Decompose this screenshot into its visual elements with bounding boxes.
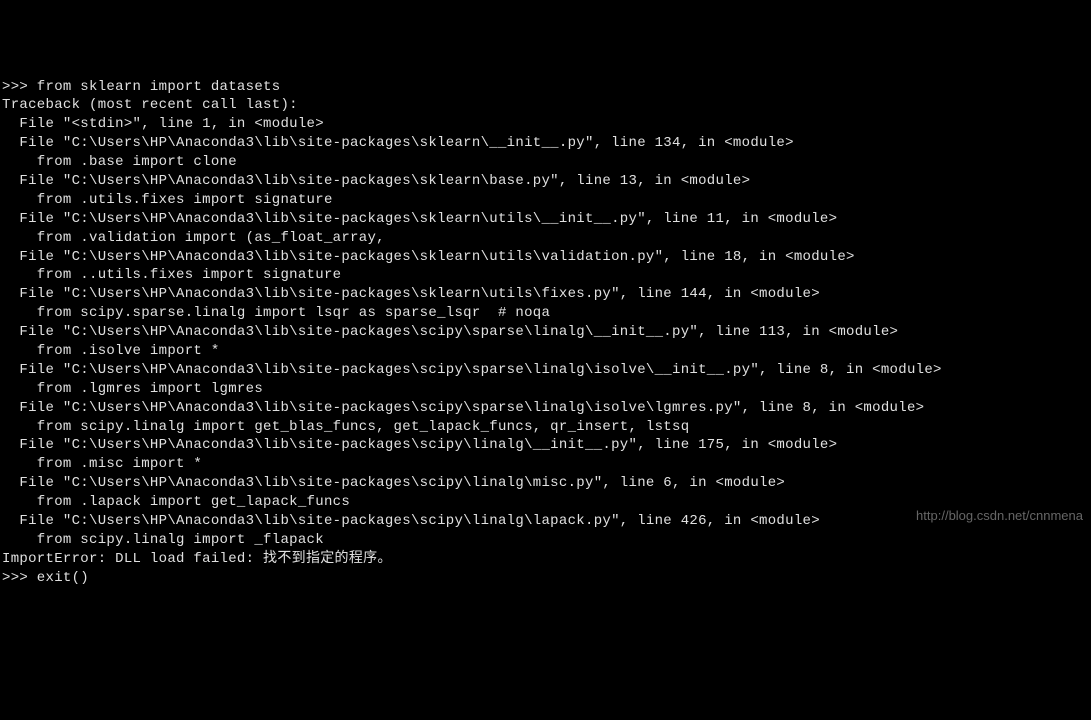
terminal-line: from scipy.linalg import _flapack: [2, 531, 1089, 550]
terminal-line: from scipy.sparse.linalg import lsqr as …: [2, 304, 1089, 323]
terminal-line: Traceback (most recent call last):: [2, 96, 1089, 115]
terminal-line: File "C:\Users\HP\Anaconda3\lib\site-pac…: [2, 134, 1089, 153]
terminal-line: File "C:\Users\HP\Anaconda3\lib\site-pac…: [2, 210, 1089, 229]
terminal-line: File "C:\Users\HP\Anaconda3\lib\site-pac…: [2, 248, 1089, 267]
terminal-line: from scipy.linalg import get_blas_funcs,…: [2, 418, 1089, 437]
terminal-line: from .misc import *: [2, 455, 1089, 474]
terminal-line: from .base import clone: [2, 153, 1089, 172]
watermark-text: http://blog.csdn.net/cnnmena: [916, 507, 1083, 525]
terminal-line: from .isolve import *: [2, 342, 1089, 361]
terminal-line: File "C:\Users\HP\Anaconda3\lib\site-pac…: [2, 361, 1089, 380]
terminal-line: >>> from sklearn import datasets: [2, 78, 1089, 97]
terminal-line: File "C:\Users\HP\Anaconda3\lib\site-pac…: [2, 323, 1089, 342]
terminal-line: from .lgmres import lgmres: [2, 380, 1089, 399]
terminal-line: from .utils.fixes import signature: [2, 191, 1089, 210]
terminal-line: File "C:\Users\HP\Anaconda3\lib\site-pac…: [2, 474, 1089, 493]
terminal-line: >>> exit(): [2, 569, 1089, 588]
terminal-line: File "C:\Users\HP\Anaconda3\lib\site-pac…: [2, 399, 1089, 418]
terminal-line: File "C:\Users\HP\Anaconda3\lib\site-pac…: [2, 436, 1089, 455]
terminal-line: from .validation import (as_float_array,: [2, 229, 1089, 248]
terminal-line: File "C:\Users\HP\Anaconda3\lib\site-pac…: [2, 285, 1089, 304]
terminal-line: File "<stdin>", line 1, in <module>: [2, 115, 1089, 134]
terminal-line: ImportError: DLL load failed: 找不到指定的程序。: [2, 550, 1089, 569]
terminal-line: File "C:\Users\HP\Anaconda3\lib\site-pac…: [2, 172, 1089, 191]
terminal-line: from ..utils.fixes import signature: [2, 266, 1089, 285]
